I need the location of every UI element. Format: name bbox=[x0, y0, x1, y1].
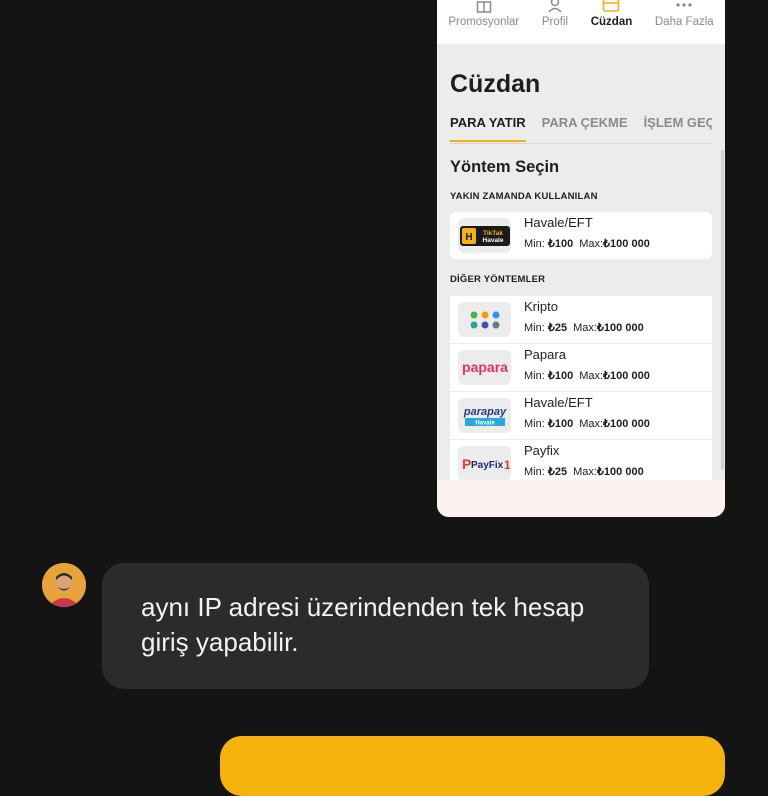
method-name: Papara bbox=[524, 347, 566, 362]
payfix-logo: P PayFix 1 bbox=[458, 446, 511, 480]
svg-text:papara: papara bbox=[462, 359, 508, 375]
nav-label: Promosyonlar bbox=[448, 16, 520, 28]
method-limits: Min: ₺100 Max:₺100 000 bbox=[524, 238, 650, 250]
wallet-tabs: PARA YATIR PARA ÇEKME İŞLEM GEÇMİŞİ bbox=[450, 115, 712, 142]
own-chat-message-bubble[interactable] bbox=[220, 736, 725, 796]
nav-item-promotions[interactable]: Promosyonlar bbox=[448, 0, 519, 28]
screenshot-footer bbox=[437, 480, 725, 517]
tabs-divider bbox=[450, 143, 712, 144]
svg-text:1: 1 bbox=[504, 458, 510, 472]
svg-text:TikTak: TikTak bbox=[483, 230, 503, 237]
tab-deposit[interactable]: PARA YATIR bbox=[450, 115, 526, 142]
nav-item-profile[interactable]: Profil bbox=[542, 0, 568, 28]
payment-method-papara[interactable]: papara Papara Min: ₺100 Max:₺100 000 bbox=[450, 344, 712, 391]
payment-method-parapay-havale[interactable]: parapay Havale Havale/EFT Min: ₺100 Max:₺… bbox=[450, 392, 712, 439]
method-limits: Min: ₺100 Max:₺100 000 bbox=[524, 370, 650, 382]
wallet-screenshot: Promosyonlar Profil Cüzdan Daha Fazla Cü… bbox=[437, 0, 725, 517]
user-icon bbox=[548, 0, 562, 13]
tiktak-havale-logo: H TikTak Havale bbox=[458, 218, 511, 253]
method-name: Kripto bbox=[524, 299, 558, 314]
svg-text:P: P bbox=[462, 456, 471, 472]
method-limits: Min: ₺25 Max:₺100 000 bbox=[524, 466, 644, 478]
nav-label: Profil bbox=[541, 16, 569, 28]
svg-text:H: H bbox=[465, 232, 472, 243]
section-title: Yöntem Seçin bbox=[450, 158, 560, 176]
method-name: Havale/EFT bbox=[524, 215, 593, 230]
bottom-nav-bar: Promosyonlar Profil Cüzdan Daha Fazla bbox=[437, 0, 725, 44]
method-limits: Min: ₺100 Max:₺100 000 bbox=[524, 418, 650, 430]
recent-methods-label: YAKIN ZAMANDA KULLANILAN bbox=[450, 191, 598, 202]
more-dots-icon bbox=[676, 3, 692, 7]
parapay-logo: parapay Havale bbox=[458, 398, 511, 433]
svg-text:parapay: parapay bbox=[462, 406, 506, 418]
svg-text:Havale: Havale bbox=[482, 237, 503, 244]
method-name: Havale/EFT bbox=[524, 395, 593, 410]
nav-label: Daha Fazla bbox=[654, 16, 714, 28]
page-title: Cüzdan bbox=[450, 70, 541, 98]
method-limits: Min: ₺25 Max:₺100 000 bbox=[524, 322, 644, 334]
tab-withdraw[interactable]: PARA ÇEKME bbox=[542, 115, 628, 142]
payment-method-payfix[interactable]: P PayFix 1 Payfix Min: ₺25 Max:₺100 000 bbox=[450, 440, 712, 480]
gift-icon bbox=[476, 1, 492, 13]
nav-item-wallet[interactable]: Cüzdan bbox=[590, 0, 633, 28]
svg-text:PayFix: PayFix bbox=[471, 460, 504, 471]
other-methods-label: DİĞER YÖNTEMLER bbox=[450, 274, 546, 285]
wallet-icon bbox=[603, 0, 620, 12]
svg-text:Havale: Havale bbox=[475, 420, 495, 426]
chat-message-text: aynı IP adresi üzerindenden tek hesap gi… bbox=[141, 592, 585, 657]
payment-method-havale-recent[interactable]: H TikTak Havale Havale/EFT Min: ₺100 Max:… bbox=[450, 212, 712, 259]
tab-history[interactable]: İŞLEM GEÇMİŞİ bbox=[644, 115, 712, 142]
person-avatar-icon bbox=[42, 563, 86, 607]
nav-item-more[interactable]: Daha Fazla bbox=[655, 0, 714, 28]
payment-method-crypto[interactable]: Kripto Min: ₺25 Max:₺100 000 bbox=[450, 296, 712, 343]
nav-label: Cüzdan bbox=[590, 16, 633, 28]
chat-message-bubble[interactable]: aynı IP adresi üzerindenden tek hesap gi… bbox=[102, 563, 649, 689]
avatar[interactable] bbox=[42, 563, 86, 607]
papara-logo: papara bbox=[458, 350, 511, 385]
scrollbar[interactable] bbox=[721, 150, 724, 470]
crypto-logo bbox=[458, 302, 511, 337]
method-name: Payfix bbox=[524, 443, 560, 458]
